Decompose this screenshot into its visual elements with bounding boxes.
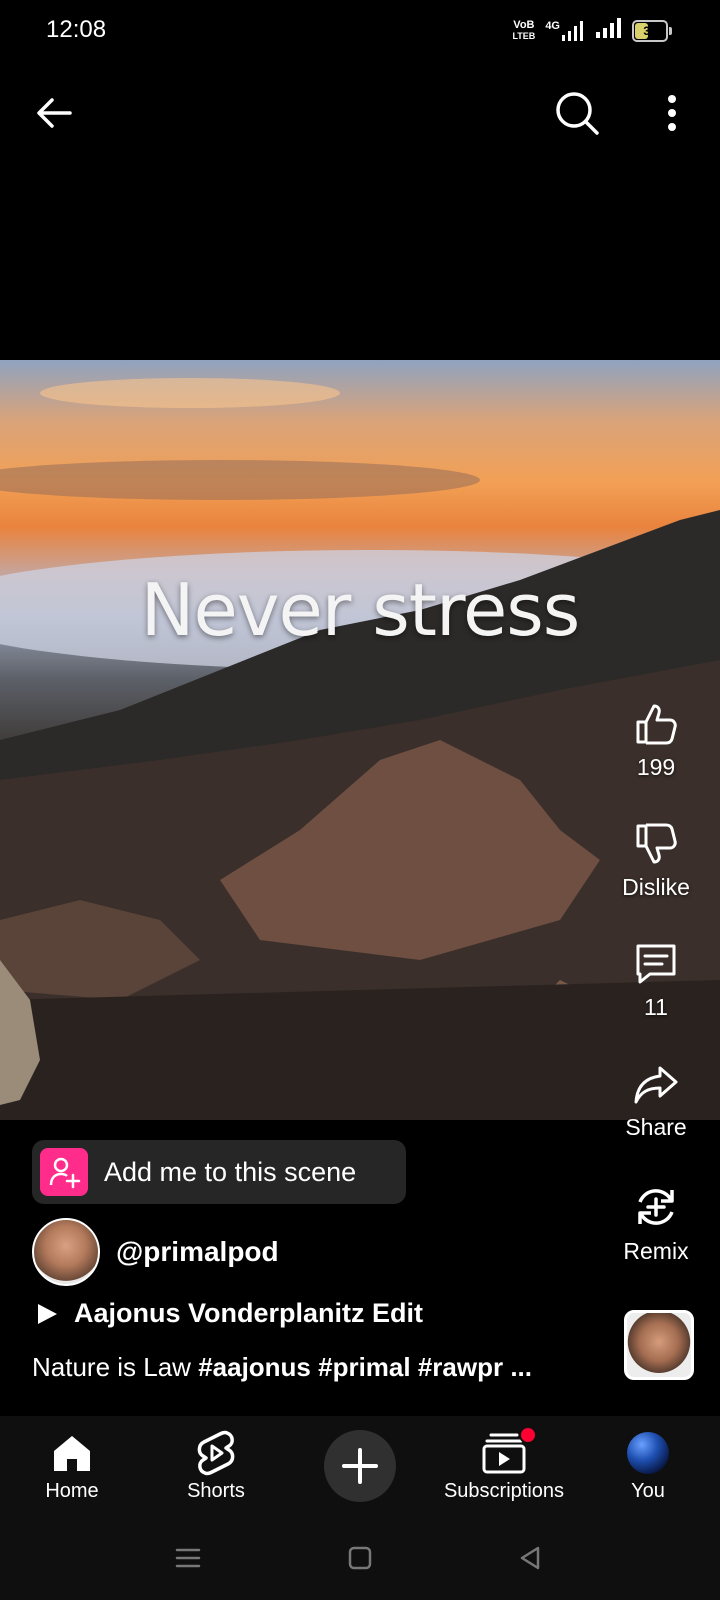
search-button[interactable] xyxy=(550,86,604,140)
battery-icon: 35 xyxy=(632,19,672,42)
video-description[interactable]: Nature is Law #aajonus #primal #rawpr ..… xyxy=(32,1352,532,1383)
dislike-button[interactable]: Dislike xyxy=(606,820,706,901)
more-options-button[interactable] xyxy=(650,86,690,140)
status-time: 12:08 xyxy=(46,16,107,43)
signal-icon xyxy=(596,18,622,43)
nav-subscriptions-label: Subscriptions xyxy=(443,1480,565,1502)
create-button[interactable] xyxy=(324,1430,396,1502)
back-button[interactable] xyxy=(30,88,80,138)
video-overlay-text: Never stress xyxy=(140,568,581,652)
nav-shorts-label: Shorts xyxy=(187,1480,245,1502)
share-label: Share xyxy=(625,1114,687,1140)
like-count: 199 xyxy=(636,754,676,780)
comment-count: 11 xyxy=(644,994,668,1020)
back-system-button[interactable] xyxy=(516,1544,544,1577)
square-icon xyxy=(348,1546,372,1570)
remix-button[interactable]: Remix xyxy=(606,1182,706,1265)
nav-home[interactable]: Home xyxy=(2,1416,142,1520)
channel-handle[interactable]: @primalpod xyxy=(116,1236,279,1268)
status-bar: 12:08 VoB LTEB 4G 35 xyxy=(0,0,720,62)
back-arrow-icon xyxy=(37,98,72,128)
add-to-scene-label: Add me to this scene xyxy=(104,1156,357,1187)
add-to-scene-button[interactable]: Add me to this scene xyxy=(32,1140,406,1204)
recents-button[interactable] xyxy=(174,1544,202,1577)
dislike-label: Dislike xyxy=(622,874,690,900)
description-hashtags[interactable]: #aajonus #primal #rawpr ... xyxy=(198,1352,532,1382)
share-button[interactable]: Share xyxy=(606,1060,706,1141)
system-nav-bar xyxy=(0,1520,720,1600)
bottom-nav: Home Shorts Subscriptions You xyxy=(0,1416,720,1520)
comments-button[interactable]: 11 xyxy=(606,940,706,1021)
nav-home-label: Home xyxy=(45,1480,99,1502)
thumbs-up-icon xyxy=(636,704,677,745)
notification-dot xyxy=(519,1426,537,1444)
thumbs-down-icon xyxy=(636,823,677,864)
nav-subscriptions[interactable]: Subscriptions xyxy=(434,1416,574,1520)
triangle-back-icon xyxy=(520,1546,540,1570)
video-title: Aajonus Vonderplanitz Edit xyxy=(74,1298,424,1328)
video-title-row[interactable]: Aajonus Vonderplanitz Edit xyxy=(34,1298,423,1329)
volte-indicator: VoB LTEB xyxy=(512,18,536,41)
add-person-icon xyxy=(40,1148,88,1196)
share-icon xyxy=(634,1066,678,1104)
nav-shorts[interactable]: Shorts xyxy=(146,1416,286,1520)
menu-icon xyxy=(175,1548,201,1568)
shorts-icon xyxy=(197,1430,235,1476)
plus-icon xyxy=(342,1448,378,1484)
play-icon xyxy=(38,1303,57,1324)
nav-you[interactable]: You xyxy=(578,1416,718,1520)
sound-thumbnail[interactable] xyxy=(624,1310,694,1380)
home-system-button[interactable] xyxy=(346,1544,374,1577)
more-vert-icon xyxy=(668,95,676,131)
description-text: Nature is Law xyxy=(32,1352,199,1382)
like-button[interactable]: 199 xyxy=(606,700,706,781)
signal-4g-icon: 4G xyxy=(545,20,586,41)
search-icon xyxy=(556,92,599,135)
channel-avatar[interactable] xyxy=(32,1218,100,1286)
comment-icon xyxy=(636,944,676,984)
profile-avatar xyxy=(627,1432,669,1474)
status-icons: VoB LTEB 4G 35 xyxy=(512,18,672,43)
remix-label: Remix xyxy=(623,1238,689,1264)
nav-you-label: You xyxy=(631,1480,665,1502)
remix-icon xyxy=(638,1189,674,1225)
channel-row[interactable]: @primalpod xyxy=(32,1218,279,1286)
home-icon xyxy=(54,1436,90,1471)
